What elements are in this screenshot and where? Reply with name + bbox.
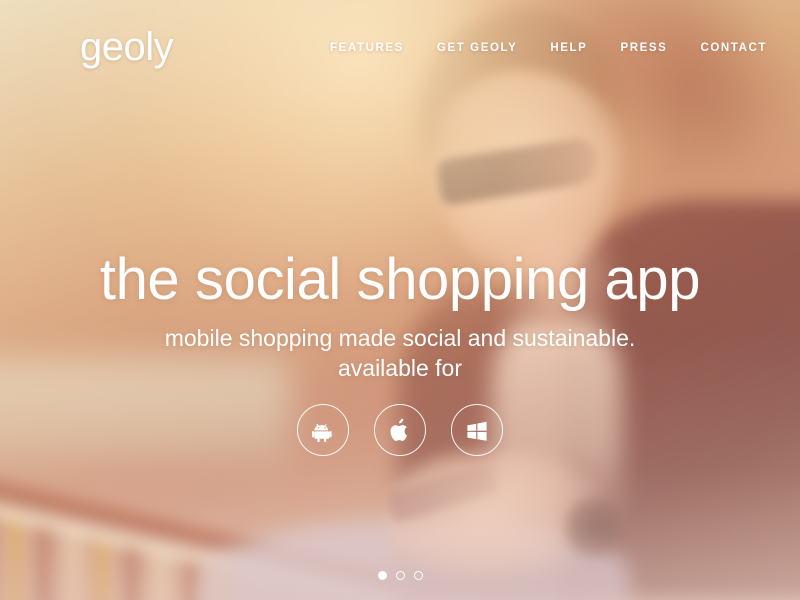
windows-icon	[465, 418, 489, 442]
nav-item-features[interactable]: FEATURES	[330, 42, 404, 54]
android-icon	[312, 418, 334, 443]
carousel-dot-3[interactable]	[413, 571, 423, 580]
railing-slat	[36, 522, 51, 600]
apple-icon	[390, 418, 411, 443]
hero-subheadline-line-2: available for	[337, 354, 463, 381]
carousel-pagination	[0, 571, 800, 580]
main-navigation: FEATURES GET GEOLY HELP PRESS CONTACT	[330, 42, 767, 54]
carousel-dot-1[interactable]	[377, 571, 387, 580]
hero-banner: geoly FEATURES GET GEOLY HELP PRESS CONT…	[0, 0, 800, 600]
nav-item-help[interactable]: HELP	[550, 42, 587, 54]
site-header: geoly FEATURES GET GEOLY HELP PRESS CONT…	[0, 0, 800, 96]
hero-subheadline-line-1: mobile shopping made social and sustaina…	[164, 325, 636, 352]
subject-wristwatch	[566, 498, 622, 558]
railing-slat	[8, 516, 23, 600]
hero-content: the social shopping app mobile shopping …	[0, 247, 800, 457]
nav-item-contact[interactable]: CONTACT	[700, 42, 767, 54]
hero-subheadline: mobile shopping made social and sustaina…	[0, 324, 800, 383]
platform-badge-ios[interactable]	[374, 404, 426, 457]
nav-item-press[interactable]: PRESS	[620, 42, 667, 54]
platform-badges	[0, 404, 800, 457]
nav-item-get-geoly[interactable]: GET GEOLY	[437, 42, 517, 54]
carousel-dot-2[interactable]	[395, 571, 405, 580]
site-logo[interactable]: geoly	[80, 27, 174, 67]
platform-badge-windows[interactable]	[451, 404, 503, 457]
railing-slat	[66, 529, 81, 600]
hero-headline: the social shopping app	[99, 247, 701, 312]
platform-badge-android[interactable]	[297, 404, 349, 457]
railing-slat	[94, 536, 109, 600]
